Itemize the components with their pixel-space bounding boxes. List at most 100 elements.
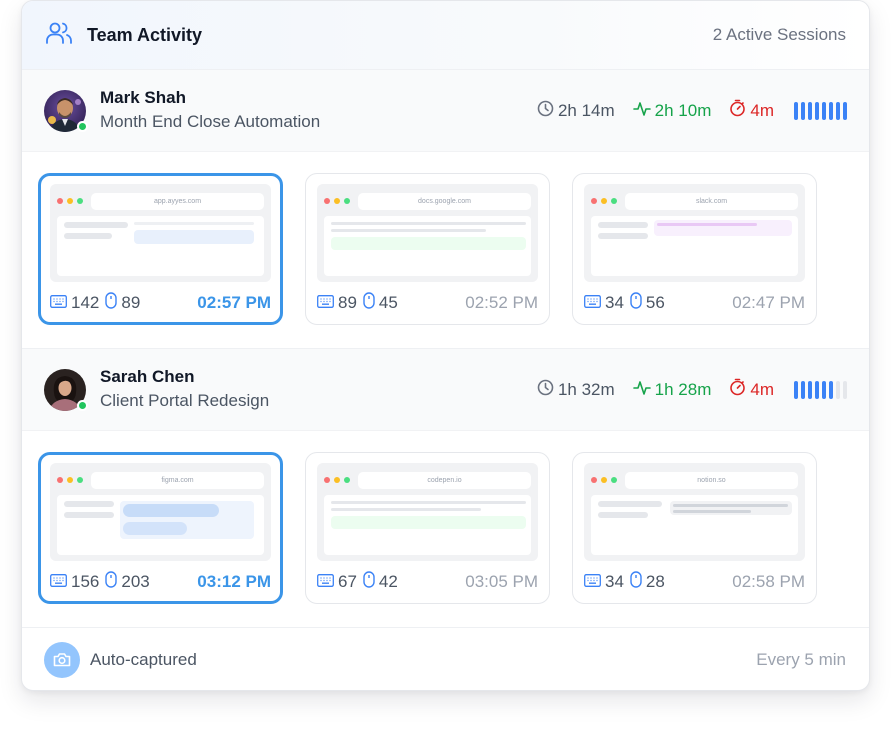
active-time: 2h 10m (632, 100, 712, 122)
thumbnail-url: codepen.io (358, 471, 531, 489)
keystroke-count: 67 (338, 572, 357, 591)
screenshot-card[interactable]: codepen.io 67 42 03:05 PM (305, 452, 550, 604)
avatar (44, 89, 88, 132)
thumbnail-url: docs.google.com (358, 192, 531, 210)
auto-capture-label: Auto-captured (90, 649, 197, 669)
click-count: 42 (378, 572, 398, 591)
user-name: Mark Shah (100, 87, 186, 107)
screenshot-meta: 34 56 02:47 PM (584, 282, 805, 324)
screenshot-meta: 156 203 03:12 PM (50, 561, 271, 603)
activity-bar (829, 101, 833, 120)
activity-bar (822, 101, 826, 120)
activity-bar (801, 101, 805, 120)
active-time-value: 2h 10m (654, 100, 712, 120)
screenshot-card[interactable]: slack.com 34 56 02:47 PM (572, 173, 817, 325)
activity-bar (794, 380, 798, 399)
header-left: Team Activity (45, 20, 202, 51)
keystroke-count: 142 (71, 293, 100, 312)
user-row-sarah-chen[interactable]: Sarah Chen Client Portal Redesign 1h 32m… (22, 349, 869, 431)
mouse-icon (363, 571, 375, 593)
total-time: 2h 14m (537, 100, 615, 122)
browser-thumbnail: figma.com (50, 463, 271, 561)
click-count: 28 (645, 572, 665, 591)
screenshot-card[interactable]: app.ayyes.com 142 89 02:57 PM (38, 173, 283, 325)
browser-thumbnail: slack.com (584, 184, 805, 282)
total-time: 1h 32m (537, 379, 615, 401)
clock-icon (537, 100, 554, 122)
activity-bar (843, 380, 847, 399)
click-count: 45 (378, 293, 398, 312)
user-info: Sarah Chen Client Portal Redesign (44, 366, 269, 414)
user-project: Month End Close Automation (100, 111, 321, 131)
activity-bar (815, 101, 819, 120)
keyboard-icon (584, 293, 601, 313)
mouse-icon (630, 292, 642, 314)
browser-thumbnail: notion.so (584, 463, 805, 561)
activity-level-bars (794, 101, 847, 120)
screenshot-list: app.ayyes.com 142 89 02:57 PM docs.googl… (22, 152, 869, 349)
clock-icon (537, 379, 554, 401)
camera-icon (44, 641, 80, 678)
keystroke-count: 34 (605, 572, 624, 591)
card-header: Team Activity 2 Active Sessions (22, 1, 869, 70)
mouse-icon (630, 571, 642, 593)
active-time-value: 1h 28m (654, 379, 712, 399)
session-stats: 2h 14m 2h 10m 4m (537, 99, 847, 122)
activity-pulse-icon (632, 379, 651, 401)
mouse-icon (105, 292, 118, 314)
screenshot-meta: 67 42 03:05 PM (317, 561, 538, 603)
activity-bar (843, 101, 847, 120)
idle-time: 4m (729, 378, 774, 401)
activity-bar (815, 380, 819, 399)
total-time-value: 1h 32m (557, 379, 615, 399)
session-stats: 1h 32m 1h 28m 4m (537, 378, 847, 401)
online-status-indicator (77, 120, 88, 132)
activity-bar (836, 380, 840, 399)
user-text: Sarah Chen Client Portal Redesign (100, 366, 269, 414)
active-time: 1h 28m (632, 379, 712, 401)
screenshot-card[interactable]: notion.so 34 28 02:58 PM (572, 452, 817, 604)
team-activity-card: Team Activity 2 Active Sessions Mark Sha… (21, 0, 870, 691)
click-count: 203 (121, 572, 150, 591)
screenshot-card[interactable]: figma.com 156 203 03:12 PM (38, 452, 283, 604)
activity-bar (794, 101, 798, 120)
screenshot-meta: 89 45 02:52 PM (317, 282, 538, 324)
keyboard-icon (50, 572, 67, 592)
user-text: Mark Shah Month End Close Automation (100, 87, 320, 135)
keystroke-count: 34 (605, 293, 624, 312)
thumbnail-url: app.ayyes.com (91, 192, 264, 210)
activity-bar (822, 380, 826, 399)
mouse-icon (363, 292, 375, 314)
browser-thumbnail: codepen.io (317, 463, 538, 561)
screenshot-time: 03:12 PM (197, 572, 271, 591)
screenshot-time: 02:47 PM (732, 293, 805, 312)
auto-capture-status: Auto-captured (44, 641, 197, 678)
user-row-mark-shah[interactable]: Mark Shah Month End Close Automation 2h … (22, 70, 869, 152)
keystroke-count: 89 (338, 293, 357, 312)
timer-icon (729, 378, 746, 401)
screenshot-time: 02:57 PM (197, 293, 271, 312)
idle-time: 4m (729, 99, 774, 122)
screenshot-list: figma.com 156 203 03:12 PM codepen.io 67… (22, 431, 869, 628)
thumbnail-url: notion.so (625, 471, 798, 489)
keyboard-icon (317, 293, 334, 313)
click-count: 89 (121, 293, 141, 312)
click-count: 56 (645, 293, 665, 312)
active-sessions-count: 2 Active Sessions (712, 25, 846, 44)
avatar (44, 368, 88, 411)
screenshot-time: 02:52 PM (465, 293, 538, 312)
keyboard-icon (50, 293, 67, 313)
thumbnail-url: slack.com (625, 192, 798, 210)
user-name: Sarah Chen (100, 366, 195, 386)
user-info: Mark Shah Month End Close Automation (44, 87, 320, 135)
activity-bar (808, 101, 812, 120)
activity-bar (836, 101, 840, 120)
page-title: Team Activity (87, 24, 203, 45)
keyboard-icon (584, 572, 601, 592)
online-status-indicator (77, 399, 88, 411)
browser-thumbnail: docs.google.com (317, 184, 538, 282)
screenshot-card[interactable]: docs.google.com 89 45 02:52 PM (305, 173, 550, 325)
browser-thumbnail: app.ayyes.com (50, 184, 271, 282)
capture-interval: Every 5 min (756, 649, 846, 669)
mouse-icon (105, 571, 118, 593)
